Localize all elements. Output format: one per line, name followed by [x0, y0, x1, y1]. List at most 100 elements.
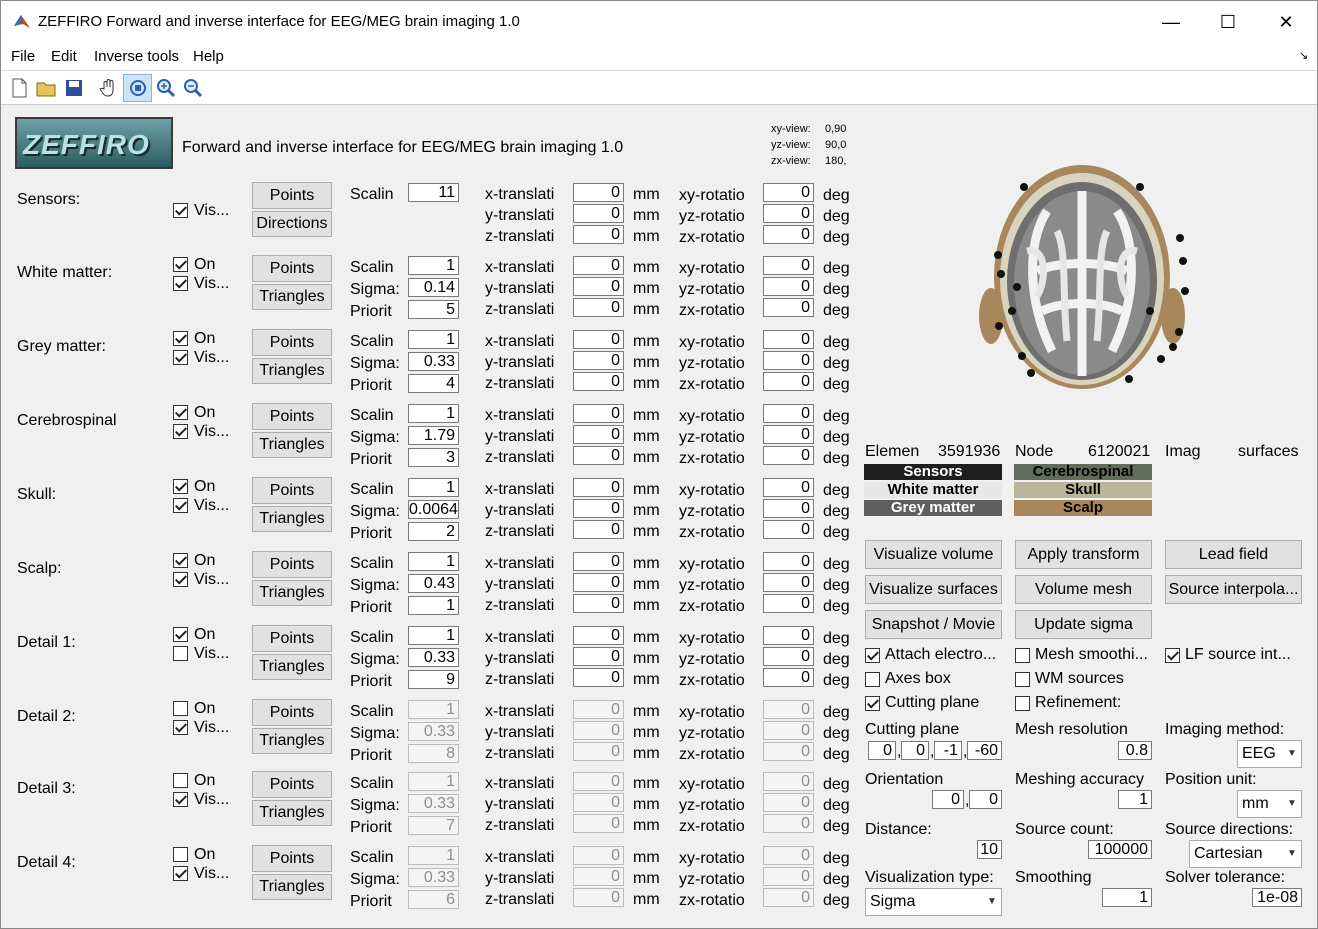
- points-button[interactable]: Points: [252, 182, 332, 209]
- scaling-input[interactable]: 1: [408, 330, 459, 349]
- sigma-input[interactable]: 0.33: [408, 648, 459, 667]
- close-button[interactable]: ✕: [1263, 7, 1309, 37]
- attach-electrodes-checkbox[interactable]: [865, 648, 880, 663]
- priority-input[interactable]: 3: [408, 448, 459, 467]
- y-translation-input[interactable]: 0: [573, 204, 624, 223]
- zx-rotation-input[interactable]: 0: [763, 298, 814, 317]
- solver-tolerance-input[interactable]: 1e-08: [1252, 888, 1302, 907]
- layer-vis-checkbox[interactable]: [173, 498, 188, 513]
- source-directions-select[interactable]: Cartesian ▼: [1189, 840, 1302, 868]
- scaling-input[interactable]: 1: [408, 478, 459, 497]
- xy-rotation-input[interactable]: 0: [763, 478, 814, 497]
- zx-rotation-input[interactable]: 0: [763, 372, 814, 391]
- priority-input[interactable]: 5: [408, 300, 459, 319]
- layer-on-checkbox[interactable]: [173, 405, 188, 420]
- yz-rotation-input[interactable]: 0: [763, 351, 814, 370]
- layer-vis-checkbox[interactable]: [173, 792, 188, 807]
- xy-rotation-input[interactable]: 0: [763, 256, 814, 275]
- y-translation-input[interactable]: 0: [573, 351, 624, 370]
- layer-vis-checkbox[interactable]: [173, 866, 188, 881]
- x-translation-input[interactable]: 0: [573, 626, 624, 645]
- scaling-input[interactable]: 11: [408, 183, 459, 202]
- scaling-input[interactable]: 1: [408, 552, 459, 571]
- zoom-out-icon[interactable]: [182, 77, 204, 99]
- z-translation-input[interactable]: 0: [573, 372, 624, 391]
- yz-rotation-input[interactable]: 0: [763, 647, 814, 666]
- priority-input[interactable]: 7: [408, 816, 459, 835]
- z-translation-input[interactable]: 0: [573, 888, 624, 907]
- triangles-button[interactable]: Triangles: [252, 284, 332, 310]
- xy-rotation-input[interactable]: 0: [763, 183, 814, 202]
- lf-source-interpolation-checkbox[interactable]: [1165, 648, 1180, 663]
- mesh-resolution-input[interactable]: 0.8: [1118, 741, 1152, 760]
- menu-file[interactable]: File: [11, 48, 35, 65]
- yz-rotation-input[interactable]: 0: [763, 867, 814, 886]
- position-unit-select[interactable]: mm ▼: [1237, 790, 1302, 818]
- visualize-surfaces-button[interactable]: Visualize surfaces: [865, 575, 1002, 604]
- triangles-button[interactable]: Triangles: [252, 432, 332, 458]
- z-translation-input[interactable]: 0: [573, 446, 624, 465]
- sigma-input[interactable]: 0.33: [408, 794, 459, 813]
- z-translation-input[interactable]: 0: [573, 225, 624, 244]
- rotate-3d-icon[interactable]: [127, 77, 149, 99]
- zx-rotation-input[interactable]: 0: [763, 742, 814, 761]
- points-button[interactable]: Points: [252, 403, 332, 430]
- imaging-method-select[interactable]: EEG ▼: [1237, 740, 1302, 768]
- zx-rotation-input[interactable]: 0: [763, 594, 814, 613]
- layer-on-checkbox[interactable]: [173, 479, 188, 494]
- xy-rotation-input[interactable]: 0: [763, 846, 814, 865]
- x-translation-input[interactable]: 0: [573, 256, 624, 275]
- triangles-button[interactable]: Triangles: [252, 874, 332, 900]
- refinement-checkbox[interactable]: [1015, 696, 1030, 711]
- sigma-input[interactable]: 0.33: [408, 868, 459, 887]
- yz-rotation-input[interactable]: 0: [763, 721, 814, 740]
- y-translation-input[interactable]: 0: [573, 867, 624, 886]
- menu-help[interactable]: Help: [193, 48, 224, 65]
- directions-button[interactable]: Directions: [252, 211, 332, 237]
- yz-rotation-input[interactable]: 0: [763, 204, 814, 223]
- open-folder-icon[interactable]: [35, 77, 57, 99]
- zx-rotation-input[interactable]: 0: [763, 446, 814, 465]
- x-translation-input[interactable]: 0: [573, 700, 624, 719]
- sigma-input[interactable]: 0.0064: [408, 500, 459, 519]
- points-button[interactable]: Points: [252, 551, 332, 578]
- layer-vis-checkbox[interactable]: [173, 203, 188, 218]
- x-translation-input[interactable]: 0: [573, 404, 624, 423]
- source-count-input[interactable]: 100000: [1088, 840, 1152, 859]
- points-button[interactable]: Points: [252, 699, 332, 726]
- yz-rotation-input[interactable]: 0: [763, 793, 814, 812]
- scaling-input[interactable]: 1: [408, 846, 459, 865]
- points-button[interactable]: Points: [252, 255, 332, 282]
- scaling-input[interactable]: 1: [408, 772, 459, 791]
- z-translation-input[interactable]: 0: [573, 298, 624, 317]
- sigma-input[interactable]: 0.14: [408, 278, 459, 297]
- z-translation-input[interactable]: 0: [573, 594, 624, 613]
- lead-field-button[interactable]: Lead field: [1165, 540, 1302, 569]
- snapshot-movie-button[interactable]: Snapshot / Movie: [865, 610, 1002, 639]
- layer-vis-checkbox[interactable]: [173, 424, 188, 439]
- scaling-input[interactable]: 1: [408, 256, 459, 275]
- visualize-volume-button[interactable]: Visualize volume: [865, 540, 1002, 569]
- y-translation-input[interactable]: 0: [573, 499, 624, 518]
- zx-rotation-input[interactable]: 0: [763, 888, 814, 907]
- apply-transform-button[interactable]: Apply transform: [1015, 540, 1152, 569]
- yz-rotation-input[interactable]: 0: [763, 425, 814, 444]
- layer-on-checkbox[interactable]: [173, 331, 188, 346]
- z-translation-input[interactable]: 0: [573, 742, 624, 761]
- sigma-input[interactable]: 0.43: [408, 574, 459, 593]
- wm-sources-checkbox[interactable]: [1015, 672, 1030, 687]
- xy-rotation-input[interactable]: 0: [763, 404, 814, 423]
- xy-rotation-input[interactable]: 0: [763, 772, 814, 791]
- zx-rotation-input[interactable]: 0: [763, 225, 814, 244]
- layer-vis-checkbox[interactable]: [173, 720, 188, 735]
- layer-vis-checkbox[interactable]: [173, 646, 188, 661]
- scaling-input[interactable]: 1: [408, 404, 459, 423]
- yz-rotation-input[interactable]: 0: [763, 499, 814, 518]
- cutting-plane-b[interactable]: 0: [901, 741, 929, 760]
- priority-input[interactable]: 2: [408, 522, 459, 541]
- priority-input[interactable]: 4: [408, 374, 459, 393]
- sigma-input[interactable]: 0.33: [408, 722, 459, 741]
- triangles-button[interactable]: Triangles: [252, 800, 332, 826]
- triangles-button[interactable]: Triangles: [252, 654, 332, 680]
- triangles-button[interactable]: Triangles: [252, 358, 332, 384]
